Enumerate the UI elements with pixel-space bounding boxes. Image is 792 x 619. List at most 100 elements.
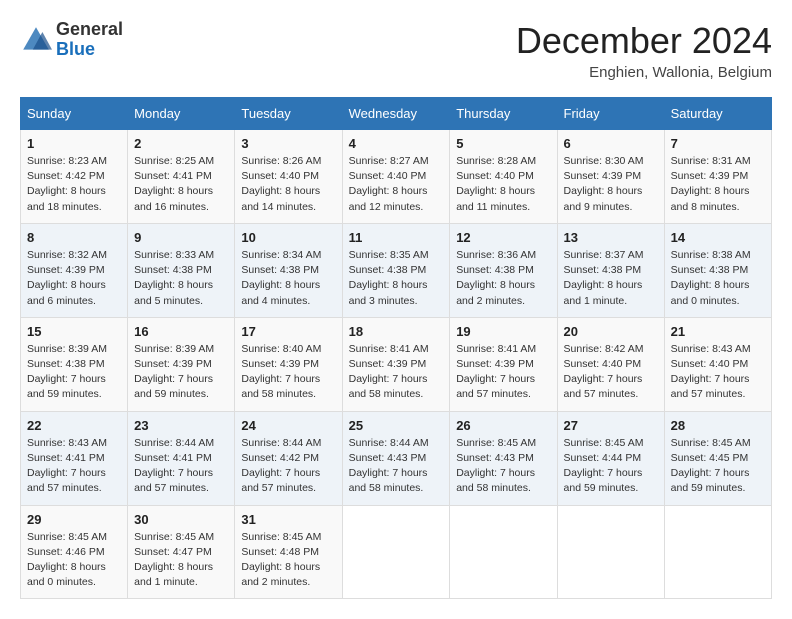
- calendar-weekday-header: Monday: [128, 98, 235, 130]
- calendar-weekday-header: Wednesday: [342, 98, 450, 130]
- calendar-day-cell: 8 Sunrise: 8:32 AMSunset: 4:39 PMDaylight…: [21, 223, 128, 317]
- calendar-day-cell: [342, 505, 450, 599]
- day-info: Sunrise: 8:36 AMSunset: 4:38 PMDaylight:…: [456, 248, 550, 309]
- day-number: 31: [241, 512, 335, 527]
- day-number: 8: [27, 230, 121, 245]
- calendar-day-cell: 25 Sunrise: 8:44 AMSunset: 4:43 PMDayligh…: [342, 411, 450, 505]
- calendar-day-cell: 15Sunrise: 8:39 AMSunset: 4:38 PMDayligh…: [21, 317, 128, 411]
- calendar-day-cell: [450, 505, 557, 599]
- day-info: Sunrise: 8:33 AMSunset: 4:38 PMDaylight:…: [134, 248, 228, 309]
- logo-general: General: [56, 20, 123, 40]
- day-info: Sunrise: 8:45 AMSunset: 4:44 PMDaylight:…: [564, 436, 658, 497]
- day-number: 22: [27, 418, 121, 433]
- logo: General Blue: [20, 20, 123, 60]
- header: General Blue December 2024 Enghien, Wall…: [20, 20, 772, 81]
- day-info: Sunrise: 8:37 AMSunset: 4:38 PMDaylight:…: [564, 248, 658, 309]
- day-number: 3: [241, 136, 335, 151]
- day-info: Sunrise: 8:45 AMSunset: 4:45 PMDaylight:…: [671, 436, 765, 497]
- calendar-day-cell: 6Sunrise: 8:30 AMSunset: 4:39 PMDaylight…: [557, 130, 664, 224]
- day-number: 4: [349, 136, 444, 151]
- calendar-day-cell: 1 Sunrise: 8:23 AMSunset: 4:42 PMDaylight…: [21, 130, 128, 224]
- day-info: Sunrise: 8:42 AMSunset: 4:40 PMDaylight:…: [564, 342, 658, 403]
- title-area: December 2024 Enghien, Wallonia, Belgium: [516, 20, 772, 81]
- day-info: Sunrise: 8:23 AMSunset: 4:42 PMDaylight:…: [27, 154, 121, 215]
- day-number: 14: [671, 230, 765, 245]
- day-info: Sunrise: 8:38 AMSunset: 4:38 PMDaylight:…: [671, 248, 765, 309]
- calendar-day-cell: [664, 505, 771, 599]
- day-info: Sunrise: 8:45 AMSunset: 4:43 PMDaylight:…: [456, 436, 550, 497]
- day-info: Sunrise: 8:32 AMSunset: 4:39 PMDaylight:…: [27, 248, 121, 309]
- day-number: 7: [671, 136, 765, 151]
- day-info: Sunrise: 8:41 AMSunset: 4:39 PMDaylight:…: [349, 342, 444, 403]
- calendar-day-cell: 3 Sunrise: 8:26 AMSunset: 4:40 PMDaylight…: [235, 130, 342, 224]
- day-info: Sunrise: 8:41 AMSunset: 4:39 PMDaylight:…: [456, 342, 550, 403]
- calendar-weekday-header: Saturday: [664, 98, 771, 130]
- calendar-day-cell: 29Sunrise: 8:45 AMSunset: 4:46 PMDayligh…: [21, 505, 128, 599]
- calendar-day-cell: 31 Sunrise: 8:45 AMSunset: 4:48 PMDayligh…: [235, 505, 342, 599]
- day-number: 28: [671, 418, 765, 433]
- day-number: 11: [349, 230, 444, 245]
- day-info: Sunrise: 8:40 AMSunset: 4:39 PMDaylight:…: [241, 342, 335, 403]
- logo-blue: Blue: [56, 40, 123, 60]
- calendar-day-cell: 17Sunrise: 8:40 AMSunset: 4:39 PMDayligh…: [235, 317, 342, 411]
- day-number: 25: [349, 418, 444, 433]
- calendar-day-cell: 28 Sunrise: 8:45 AMSunset: 4:45 PMDayligh…: [664, 411, 771, 505]
- day-number: 16: [134, 324, 228, 339]
- day-number: 30: [134, 512, 228, 527]
- day-number: 18: [349, 324, 444, 339]
- calendar-day-cell: 24 Sunrise: 8:44 AMSunset: 4:42 PMDayligh…: [235, 411, 342, 505]
- day-info: Sunrise: 8:28 AMSunset: 4:40 PMDaylight:…: [456, 154, 550, 215]
- calendar-week-row: 22 Sunrise: 8:43 AMSunset: 4:41 PMDayligh…: [21, 411, 772, 505]
- day-number: 21: [671, 324, 765, 339]
- calendar-table: SundayMondayTuesdayWednesdayThursdayFrid…: [20, 97, 772, 599]
- day-info: Sunrise: 8:34 AMSunset: 4:38 PMDaylight:…: [241, 248, 335, 309]
- day-info: Sunrise: 8:27 AMSunset: 4:40 PMDaylight:…: [349, 154, 444, 215]
- day-info: Sunrise: 8:44 AMSunset: 4:43 PMDaylight:…: [349, 436, 444, 497]
- calendar-weekday-header: Sunday: [21, 98, 128, 130]
- day-number: 2: [134, 136, 228, 151]
- day-info: Sunrise: 8:25 AMSunset: 4:41 PMDaylight:…: [134, 154, 228, 215]
- calendar-week-row: 15Sunrise: 8:39 AMSunset: 4:38 PMDayligh…: [21, 317, 772, 411]
- day-info: Sunrise: 8:43 AMSunset: 4:41 PMDaylight:…: [27, 436, 121, 497]
- day-number: 1: [27, 136, 121, 151]
- calendar-day-cell: 16 Sunrise: 8:39 AMSunset: 4:39 PMDayligh…: [128, 317, 235, 411]
- calendar-day-cell: 23 Sunrise: 8:44 AMSunset: 4:41 PMDayligh…: [128, 411, 235, 505]
- calendar-day-cell: 19 Sunrise: 8:41 AMSunset: 4:39 PMDayligh…: [450, 317, 557, 411]
- day-info: Sunrise: 8:44 AMSunset: 4:41 PMDaylight:…: [134, 436, 228, 497]
- calendar-weekday-header: Friday: [557, 98, 664, 130]
- day-info: Sunrise: 8:35 AMSunset: 4:38 PMDaylight:…: [349, 248, 444, 309]
- day-info: Sunrise: 8:30 AMSunset: 4:39 PMDaylight:…: [564, 154, 658, 215]
- day-number: 23: [134, 418, 228, 433]
- calendar-day-cell: 14 Sunrise: 8:38 AMSunset: 4:38 PMDayligh…: [664, 223, 771, 317]
- calendar-day-cell: 2 Sunrise: 8:25 AMSunset: 4:41 PMDaylight…: [128, 130, 235, 224]
- calendar-day-cell: 26 Sunrise: 8:45 AMSunset: 4:43 PMDayligh…: [450, 411, 557, 505]
- day-info: Sunrise: 8:39 AMSunset: 4:39 PMDaylight:…: [134, 342, 228, 403]
- day-number: 29: [27, 512, 121, 527]
- day-number: 24: [241, 418, 335, 433]
- day-number: 15: [27, 324, 121, 339]
- day-number: 19: [456, 324, 550, 339]
- calendar-week-row: 1 Sunrise: 8:23 AMSunset: 4:42 PMDaylight…: [21, 130, 772, 224]
- day-info: Sunrise: 8:45 AMSunset: 4:47 PMDaylight:…: [134, 530, 228, 591]
- calendar-day-cell: 5Sunrise: 8:28 AMSunset: 4:40 PMDaylight…: [450, 130, 557, 224]
- calendar-day-cell: 21 Sunrise: 8:43 AMSunset: 4:40 PMDayligh…: [664, 317, 771, 411]
- calendar-week-row: 8 Sunrise: 8:32 AMSunset: 4:39 PMDaylight…: [21, 223, 772, 317]
- calendar-weekday-header: Thursday: [450, 98, 557, 130]
- day-info: Sunrise: 8:43 AMSunset: 4:40 PMDaylight:…: [671, 342, 765, 403]
- calendar-day-cell: 13Sunrise: 8:37 AMSunset: 4:38 PMDayligh…: [557, 223, 664, 317]
- calendar-day-cell: 9 Sunrise: 8:33 AMSunset: 4:38 PMDaylight…: [128, 223, 235, 317]
- calendar-day-cell: 27 Sunrise: 8:45 AMSunset: 4:44 PMDayligh…: [557, 411, 664, 505]
- calendar-day-cell: [557, 505, 664, 599]
- day-info: Sunrise: 8:44 AMSunset: 4:42 PMDaylight:…: [241, 436, 335, 497]
- location-subtitle: Enghien, Wallonia, Belgium: [516, 64, 772, 81]
- day-number: 27: [564, 418, 658, 433]
- day-number: 26: [456, 418, 550, 433]
- general-blue-logo-icon: [20, 24, 52, 56]
- day-number: 20: [564, 324, 658, 339]
- day-info: Sunrise: 8:26 AMSunset: 4:40 PMDaylight:…: [241, 154, 335, 215]
- day-number: 9: [134, 230, 228, 245]
- calendar-day-cell: 7Sunrise: 8:31 AMSunset: 4:39 PMDaylight…: [664, 130, 771, 224]
- calendar-day-cell: 30 Sunrise: 8:45 AMSunset: 4:47 PMDayligh…: [128, 505, 235, 599]
- day-number: 10: [241, 230, 335, 245]
- day-info: Sunrise: 8:45 AMSunset: 4:48 PMDaylight:…: [241, 530, 335, 591]
